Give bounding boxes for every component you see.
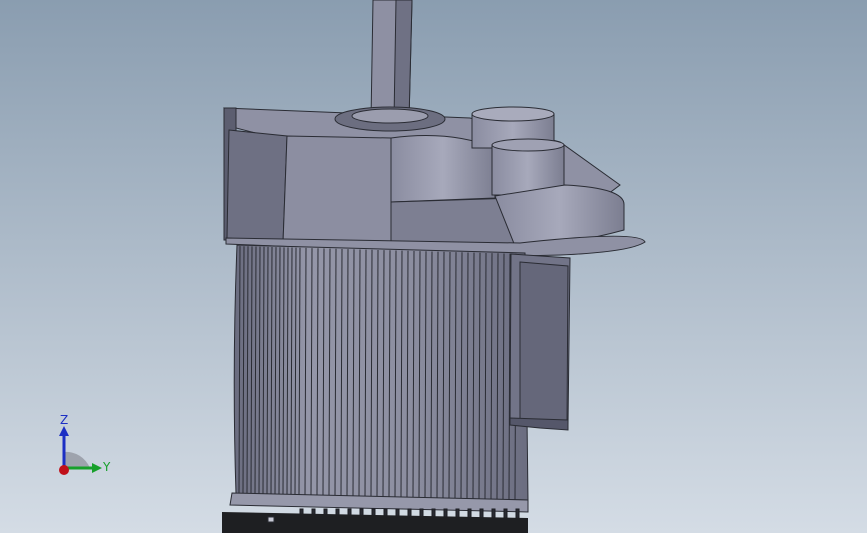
- y-axis-label: Y: [102, 460, 111, 474]
- x-axis-dot: [59, 465, 69, 475]
- motor-body: [233, 244, 529, 501]
- motor-shaft: [370, 0, 413, 121]
- y-axis-arrow: [92, 463, 102, 473]
- terminal-box: [509, 253, 571, 431]
- z-axis-label: Z: [60, 413, 68, 427]
- graphics-viewport[interactable]: Z Y: [0, 0, 867, 533]
- model-view[interactable]: [0, 0, 867, 533]
- orientation-triad: Z Y: [59, 413, 111, 475]
- z-axis-arrow: [59, 426, 69, 436]
